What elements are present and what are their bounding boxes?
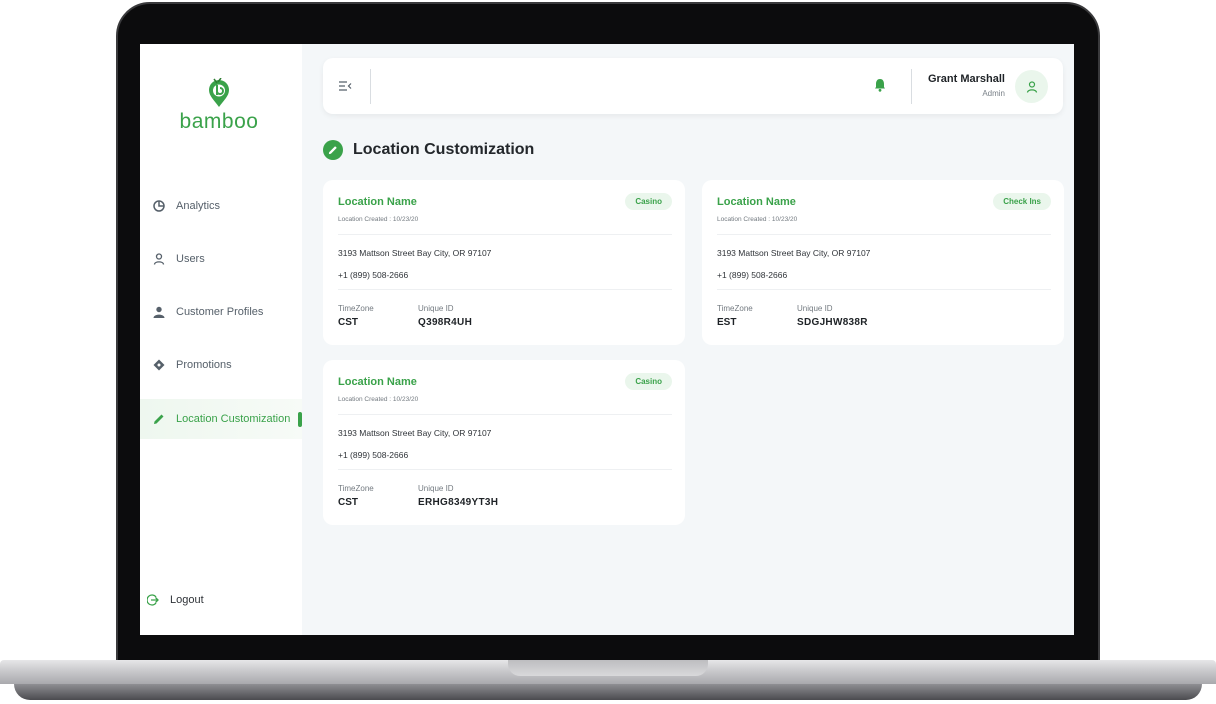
sidebar-item-label: Analytics [176,200,221,212]
location-name[interactable]: Location Name [717,196,796,208]
timezone-label: TimeZone [338,484,374,493]
logout-label: Logout [170,594,204,606]
timezone-value: EST [717,317,737,328]
divider [338,289,672,290]
location-created: Location Created : 10/23/20 [717,216,798,223]
sidebar-item-customer-profiles[interactable]: Customer Profiles [140,292,302,332]
sidebar-item-promotions[interactable]: Promotions [140,345,302,385]
laptop-base-shadow [14,684,1202,700]
location-created: Location Created : 10/23/20 [338,396,419,403]
divider [338,469,672,470]
sidebar-item-label: Location Customization [176,413,291,425]
location-address: 3193 Mattson Street Bay City, OR 97107 [717,248,871,258]
avatar[interactable] [1015,70,1048,103]
location-address: 3193 Mattson Street Bay City, OR 97107 [338,248,492,258]
divider [911,69,912,104]
user-role: Admin [982,89,1005,98]
sidebar-item-users[interactable]: Users [140,239,302,279]
category-badge: Casino [625,193,672,210]
notification-button[interactable] [874,78,888,94]
laptop-frame: bamboo Analytics Users Customer Profiles [0,0,1216,704]
divider [717,234,1051,235]
sidebar-item-location-customization[interactable]: Location Customization [140,399,302,439]
location-address: 3193 Mattson Street Bay City, OR 97107 [338,428,492,438]
user-avatar-icon [1026,80,1037,93]
divider [338,234,672,235]
unique-id-label: Unique ID [418,484,454,493]
category-badge: Check Ins [993,193,1051,210]
timezone-label: TimeZone [338,304,374,313]
page-title-text: Location Customization [353,141,535,158]
logout-button[interactable]: Logout [146,592,204,608]
unique-id-label: Unique ID [797,304,833,313]
location-card[interactable]: Location Name Location Created : 10/23/2… [323,180,685,345]
bamboo-logo[interactable]: bamboo [176,64,262,136]
top-bar: Grant Marshall Admin [323,58,1063,114]
location-phone: +1 (899) 508-2666 [338,270,409,280]
user-icon [152,252,166,266]
unique-id-label: Unique ID [418,304,454,313]
sidebar-item-label: Users [176,253,205,265]
location-phone: +1 (899) 508-2666 [338,450,409,460]
logout-icon [146,593,160,607]
unique-id-value: ERHG8349YT3H [418,497,499,508]
timezone-value: CST [338,317,358,328]
sidebar-item-label: Promotions [176,359,232,371]
timezone-label: TimeZone [717,304,753,313]
pie-chart-icon [152,199,166,213]
category-badge: Casino [625,373,672,390]
timezone-value: CST [338,497,358,508]
divider [717,289,1051,290]
logo-text: bamboo [179,110,259,133]
active-indicator [298,412,302,427]
sidebar: bamboo Analytics Users Customer Profiles [140,44,302,635]
laptop-notch [508,660,708,676]
location-phone: +1 (899) 508-2666 [717,270,788,280]
location-card[interactable]: Location Name Location Created : 10/23/2… [702,180,1064,345]
sidebar-item-analytics[interactable]: Analytics [140,186,302,226]
unique-id-value: Q398R4UH [418,317,473,328]
sidebar-item-label: Customer Profiles [176,306,264,318]
collapse-menu-button[interactable] [337,78,353,94]
menu-collapse-icon [339,81,352,91]
divider [370,69,371,104]
location-name[interactable]: Location Name [338,196,417,208]
user-name: Grant Marshall [927,73,1005,85]
location-created: Location Created : 10/23/20 [338,216,419,223]
tag-icon [152,358,166,372]
divider [338,414,672,415]
bamboo-pin-icon [209,78,229,107]
bell-icon [875,79,885,92]
customer-profile-icon [152,305,166,319]
pencil-icon [152,412,166,426]
page-title: Location Customization [323,140,534,160]
unique-id-value: SDGJHW838R [797,317,868,328]
app-screen: bamboo Analytics Users Customer Profiles [140,44,1074,635]
location-name[interactable]: Location Name [338,376,417,388]
location-card[interactable]: Location Name Location Created : 10/23/2… [323,360,685,525]
pencil-icon [323,140,343,160]
